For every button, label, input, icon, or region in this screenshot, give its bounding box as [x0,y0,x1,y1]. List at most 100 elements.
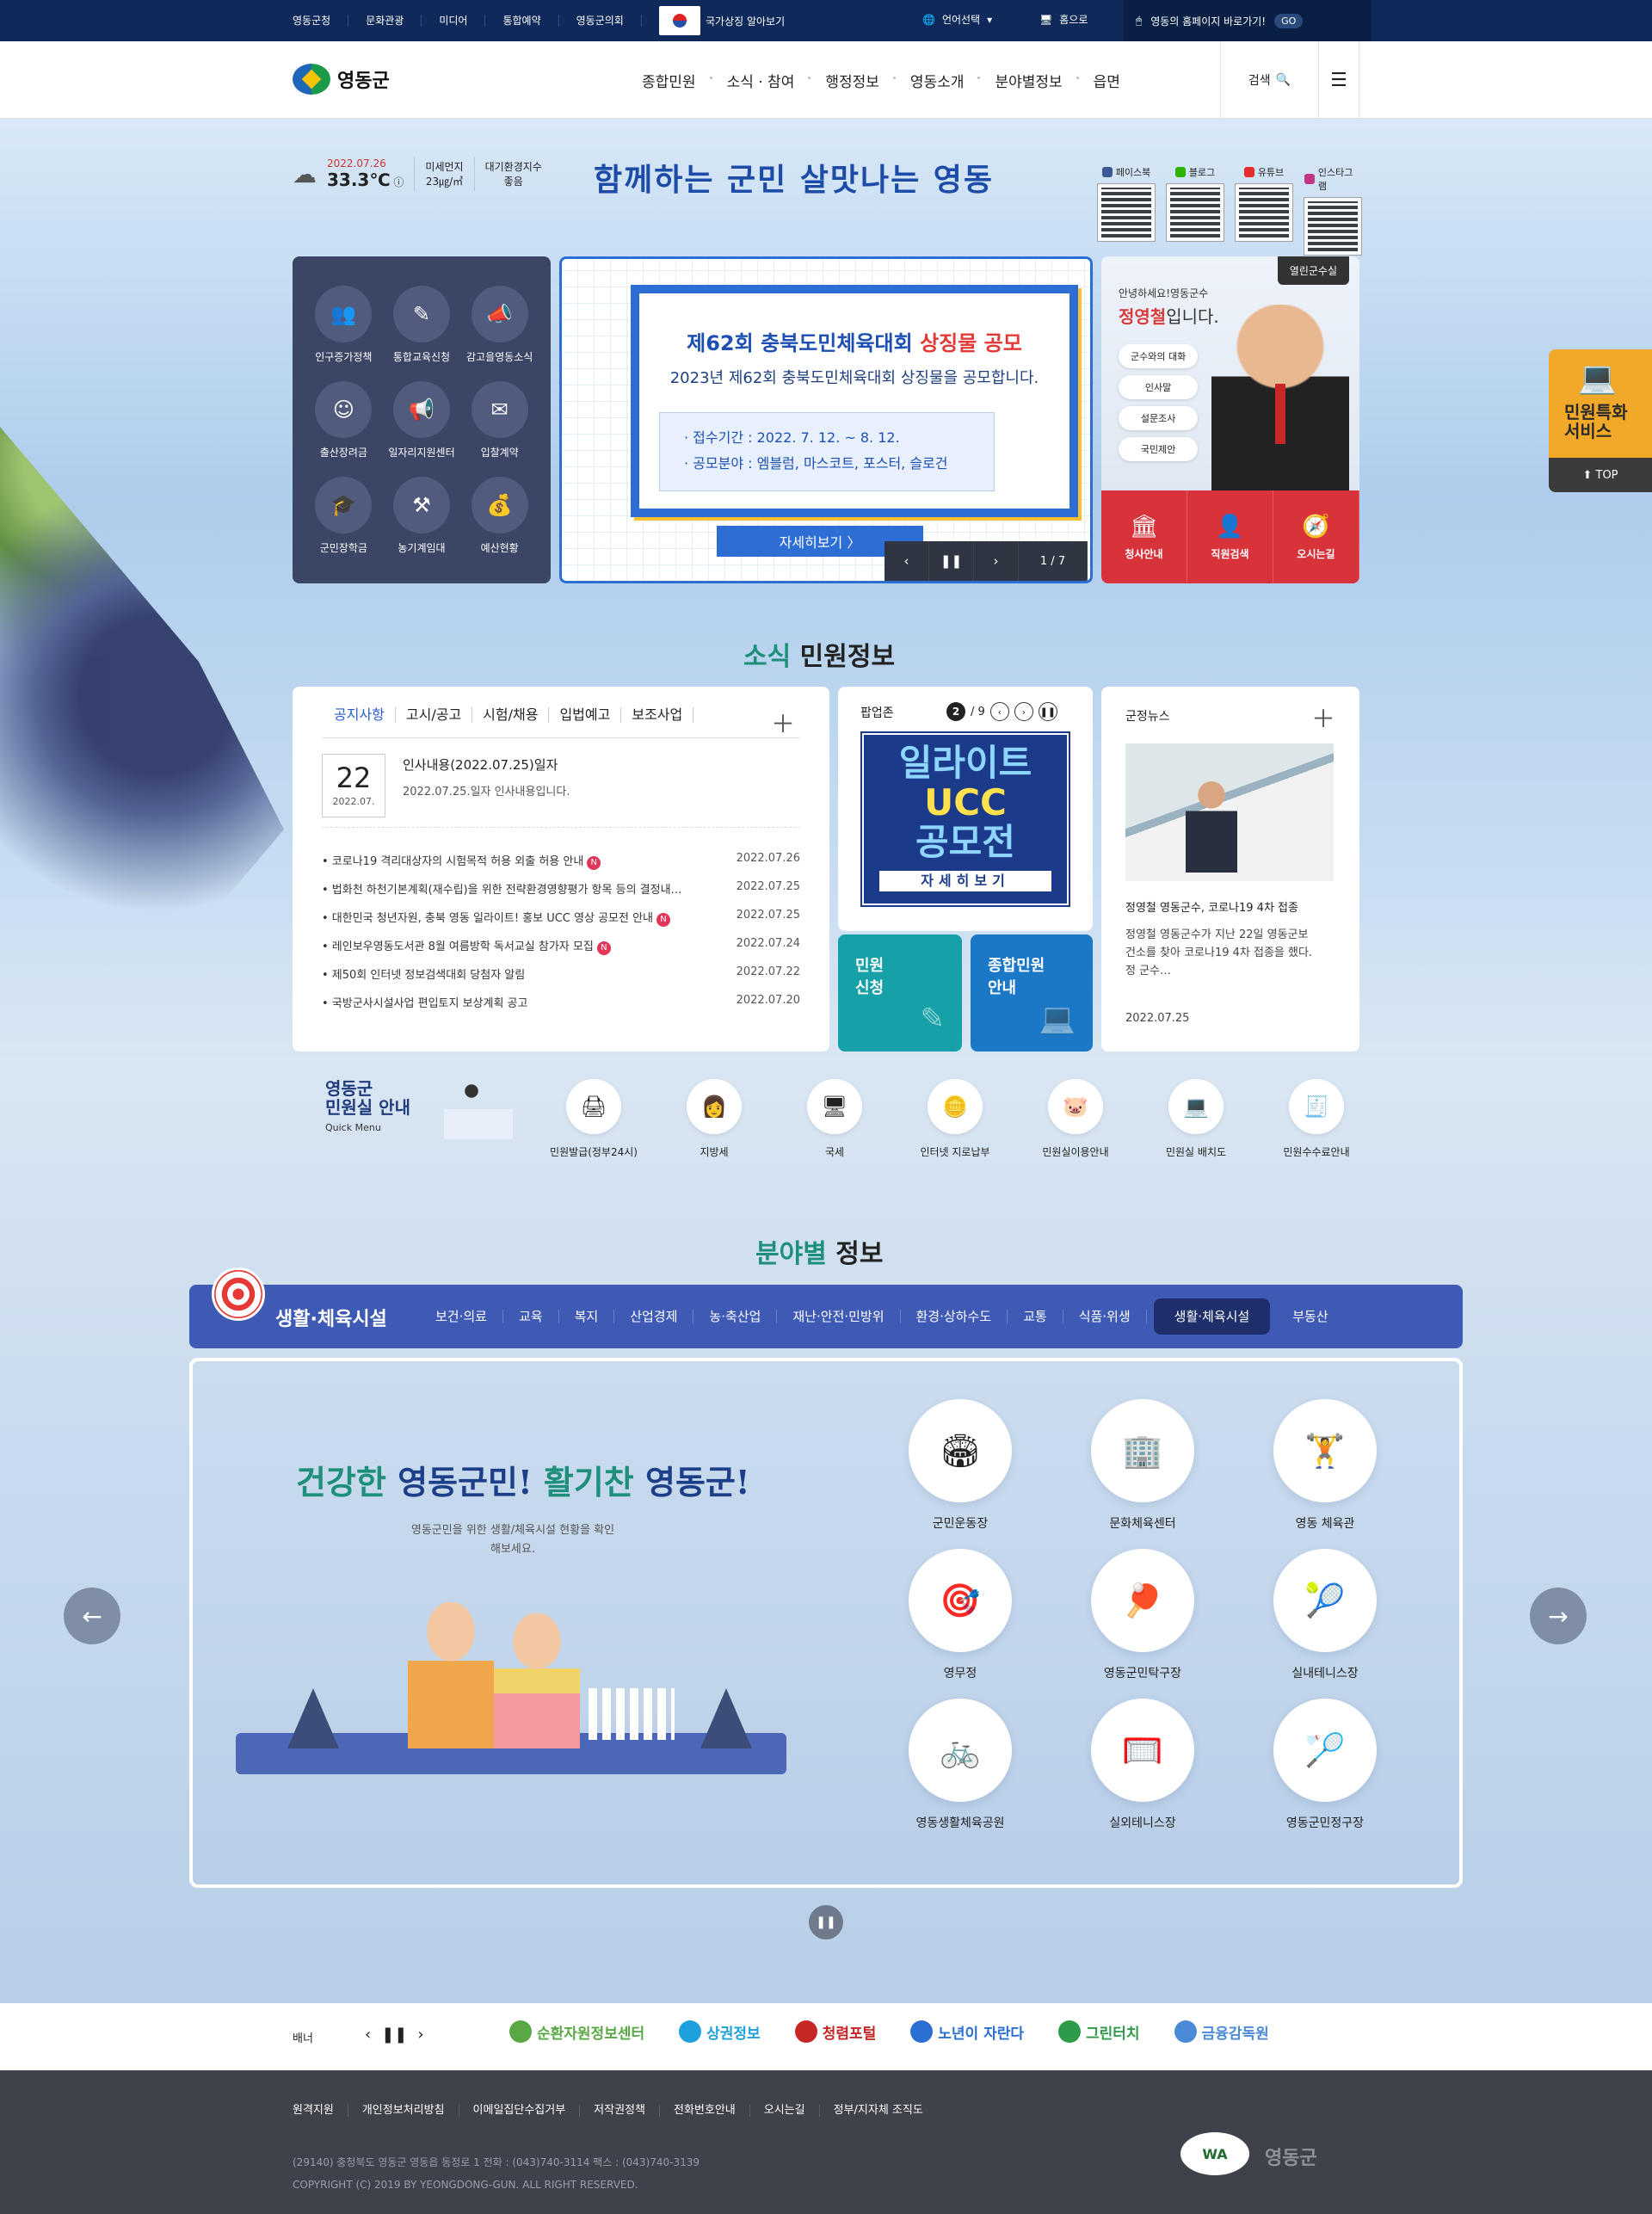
pause-icon[interactable]: ❚❚ [1038,702,1057,721]
top-button[interactable]: ⬆ TOP [1549,458,1652,492]
gnb-item[interactable]: 행정정보 [808,70,895,91]
quick-panel-item[interactable]: 📣 감고을영동소식 [460,286,539,364]
site-logo[interactable]: 영동군 [293,64,390,95]
footer-nav-link[interactable]: 이메일집단수집거부 [459,2105,581,2117]
popup-image-ucc[interactable]: 일라이트 UCC 공모전 자세히보기 [860,731,1070,907]
quick-menu-item[interactable]: 🧾 민원수수료안내 [1256,1079,1377,1159]
quick-panel-item[interactable]: ☺ 출산장려금 [305,381,383,459]
notice-tab[interactable]: 고시/공고 [396,707,473,723]
notice-item[interactable]: • 제50회 인터넷 정보검색대회 당첨자 알림 2022.07.22 [322,965,800,994]
mayor-option[interactable]: 설문조사 [1119,406,1199,430]
facility-item[interactable]: 🏓 영동군민탁구장 [1051,1549,1234,1681]
banner-logo[interactable]: 상권정보 [679,2020,761,2043]
quick-panel-item[interactable]: ✎ 통합교육신청 [383,286,461,364]
quick-panel-item[interactable]: 📢 일자리지원센터 [383,381,461,459]
quick-menu-item[interactable]: 🖥 국세 [774,1079,895,1159]
banner-logo[interactable]: 금융감독원 [1174,2020,1269,2043]
footer-nav-link[interactable]: 정부/지자체 조직도 [820,2105,937,2117]
national-symbol-link[interactable]: 국가상징 알아보기 [659,6,788,35]
gnb-item[interactable]: 소식 · 참여 [709,70,811,91]
notice-tab[interactable]: 시험/채용 [472,707,550,723]
gnb-item[interactable]: 종합민원 [626,70,712,91]
side-special-service[interactable]: 💻 민원특화 서비스 ⬆ TOP [1549,349,1652,492]
banner-logo[interactable]: 그린터치 [1058,2020,1140,2043]
homepage-quick-go[interactable]: 🖱 영동의 홈페이지 바로가기! GO [1124,0,1372,41]
quick-panel-item[interactable]: 💰 예산현황 [460,477,539,555]
sns-item[interactable]: 페이스북 [1097,165,1156,255]
notice-featured[interactable]: 22 2022.07. 인사내용(2022.07.25)일자 2022.07.25… [322,754,800,828]
facility-item[interactable]: 🏟 군민운동장 [869,1399,1051,1532]
field-category-tab[interactable]: 생활·체육시설 [1153,1298,1271,1335]
gnb-item[interactable]: 읍면 [1076,70,1136,91]
facility-item[interactable]: 🏋 영동 체육관 [1234,1399,1416,1532]
prev-arrow-icon[interactable]: ‹ [365,2026,371,2044]
home-link[interactable]: 🖥 홈으로 [1039,12,1088,27]
banner-logo[interactable]: 순환자원정보센터 [509,2020,644,2043]
quick-panel-item[interactable]: ✉ 입찰계약 [460,381,539,459]
prev-arrow-icon[interactable]: ‹ [989,702,1009,721]
quick-menu-item[interactable]: 🪙 인터넷 지로납부 [895,1079,1015,1159]
minwon-guide-button[interactable]: 종합민원 안내 💻 [971,934,1093,1051]
all-menu-button[interactable]: ☰ [1318,41,1359,119]
facility-item[interactable]: 🚲 영동생활체육공원 [869,1699,1051,1831]
footer-nav-link[interactable]: 전화번호안내 [660,2105,750,2117]
quick-panel-item[interactable]: ⚒ 농기계임대 [383,477,461,555]
next-arrow-button[interactable]: → [1530,1588,1587,1644]
banner-logo[interactable]: 노년이 자란다 [910,2020,1024,2043]
facility-item[interactable]: 🎾 실내테니스장 [1234,1549,1416,1681]
top-link[interactable]: 문화관광 [348,15,422,27]
quick-menu-item[interactable]: 👩 지방세 [654,1079,774,1159]
search-button[interactable]: 검색 🔍 [1220,41,1318,119]
quick-panel-item[interactable]: 🎓 군민장학금 [305,477,383,555]
field-category-tab[interactable]: 재난·안전·민방위 [777,1310,901,1323]
footer-nav-link[interactable]: 원격지원 [293,2105,348,2117]
next-arrow-icon[interactable]: › [974,541,1019,581]
mayor-option[interactable]: 인사말 [1119,375,1199,399]
banner-logo[interactable]: 청렴포털 [794,2020,876,2043]
notice-tab[interactable]: 보조사업 [621,707,694,723]
footer-nav-link[interactable]: 개인정보처리방침 [348,2105,459,2117]
mayor-option[interactable]: 군수와의 대화 [1119,344,1199,368]
footer-nav-link[interactable]: 저작권정책 [580,2105,660,2117]
field-category-tab[interactable]: 교통 [1008,1310,1063,1323]
top-link[interactable]: 영동군의회 [559,15,642,27]
facility-item[interactable]: 🥅 실외테니스장 [1051,1699,1234,1831]
pause-icon[interactable]: ❚❚ [381,2026,407,2044]
plus-icon[interactable]: ＋ [771,706,795,740]
field-category-tab[interactable]: 농·축산업 [693,1310,778,1323]
footer-nav-link[interactable]: 오시는길 [750,2105,820,2117]
field-category-tab[interactable]: 교육 [503,1310,559,1323]
notice-tab[interactable]: 공지사항 [322,707,396,723]
facility-item[interactable]: 🎯 영무정 [869,1549,1051,1681]
pause-button[interactable]: ❚❚ [809,1905,843,1940]
sns-item[interactable]: 인스타그램 [1304,165,1362,256]
mayor-bottom-link[interactable]: 👤 직원검색 [1187,490,1273,583]
language-select[interactable]: 🌐 언어선택 ▾ [922,12,992,27]
plus-icon[interactable]: ＋ [1311,700,1335,735]
notice-tab[interactable]: 입법예고 [549,707,622,723]
news-photo[interactable] [1125,743,1334,881]
mayor-tag[interactable]: 열린군수실 [1277,256,1349,285]
quick-menu-item[interactable]: 💻 민원실 배치도 [1136,1079,1256,1159]
gnb-item[interactable]: 분야별정보 [977,70,1077,91]
prev-arrow-button[interactable]: ← [64,1588,120,1644]
sns-item[interactable]: 블로그 [1166,165,1224,255]
notice-item[interactable]: • 레인보우영동도서관 8월 여름방학 독서교실 참가자 모집 N 2022.07.… [322,937,800,965]
facility-item[interactable]: 🏢 문화체육센터 [1051,1399,1234,1532]
next-arrow-icon[interactable]: › [417,2026,423,2044]
notice-item[interactable]: • 법화천 하천기본계획(재수립)을 위한 전략환경영향평가 항목 등의 결정내… [322,880,800,909]
main-visual-banner[interactable]: 제62회 충북도민체육대회 상징물 공모 2023년 제62회 충북도민체육대회… [559,256,1093,583]
field-category-tab[interactable]: 복지 [559,1310,615,1323]
go-button[interactable]: GO [1274,13,1304,28]
notice-item[interactable]: • 코로나19 격리대상자의 시험목적 허용 외출 허용 안내 N 2022.07.… [322,852,800,880]
field-category-tab[interactable]: 보건·의료 [420,1310,503,1323]
top-link[interactable]: 영동군청 [293,15,349,27]
sns-item[interactable]: 유튜브 [1235,165,1293,255]
quick-menu-item[interactable]: 🖨 민원발급(정부24시) [533,1079,654,1159]
field-category-tab[interactable]: 산업경제 [614,1310,694,1323]
notice-item[interactable]: • 국방군사시설사업 편입토지 보상계획 공고 2022.07.20 [322,994,800,1022]
field-category-tab[interactable]: 부동산 [1277,1310,1343,1323]
minwon-apply-button[interactable]: 민원 신청 ✎ [838,934,962,1051]
prev-arrow-icon[interactable]: ‹ [885,541,929,581]
next-arrow-icon[interactable]: › [1014,702,1033,721]
